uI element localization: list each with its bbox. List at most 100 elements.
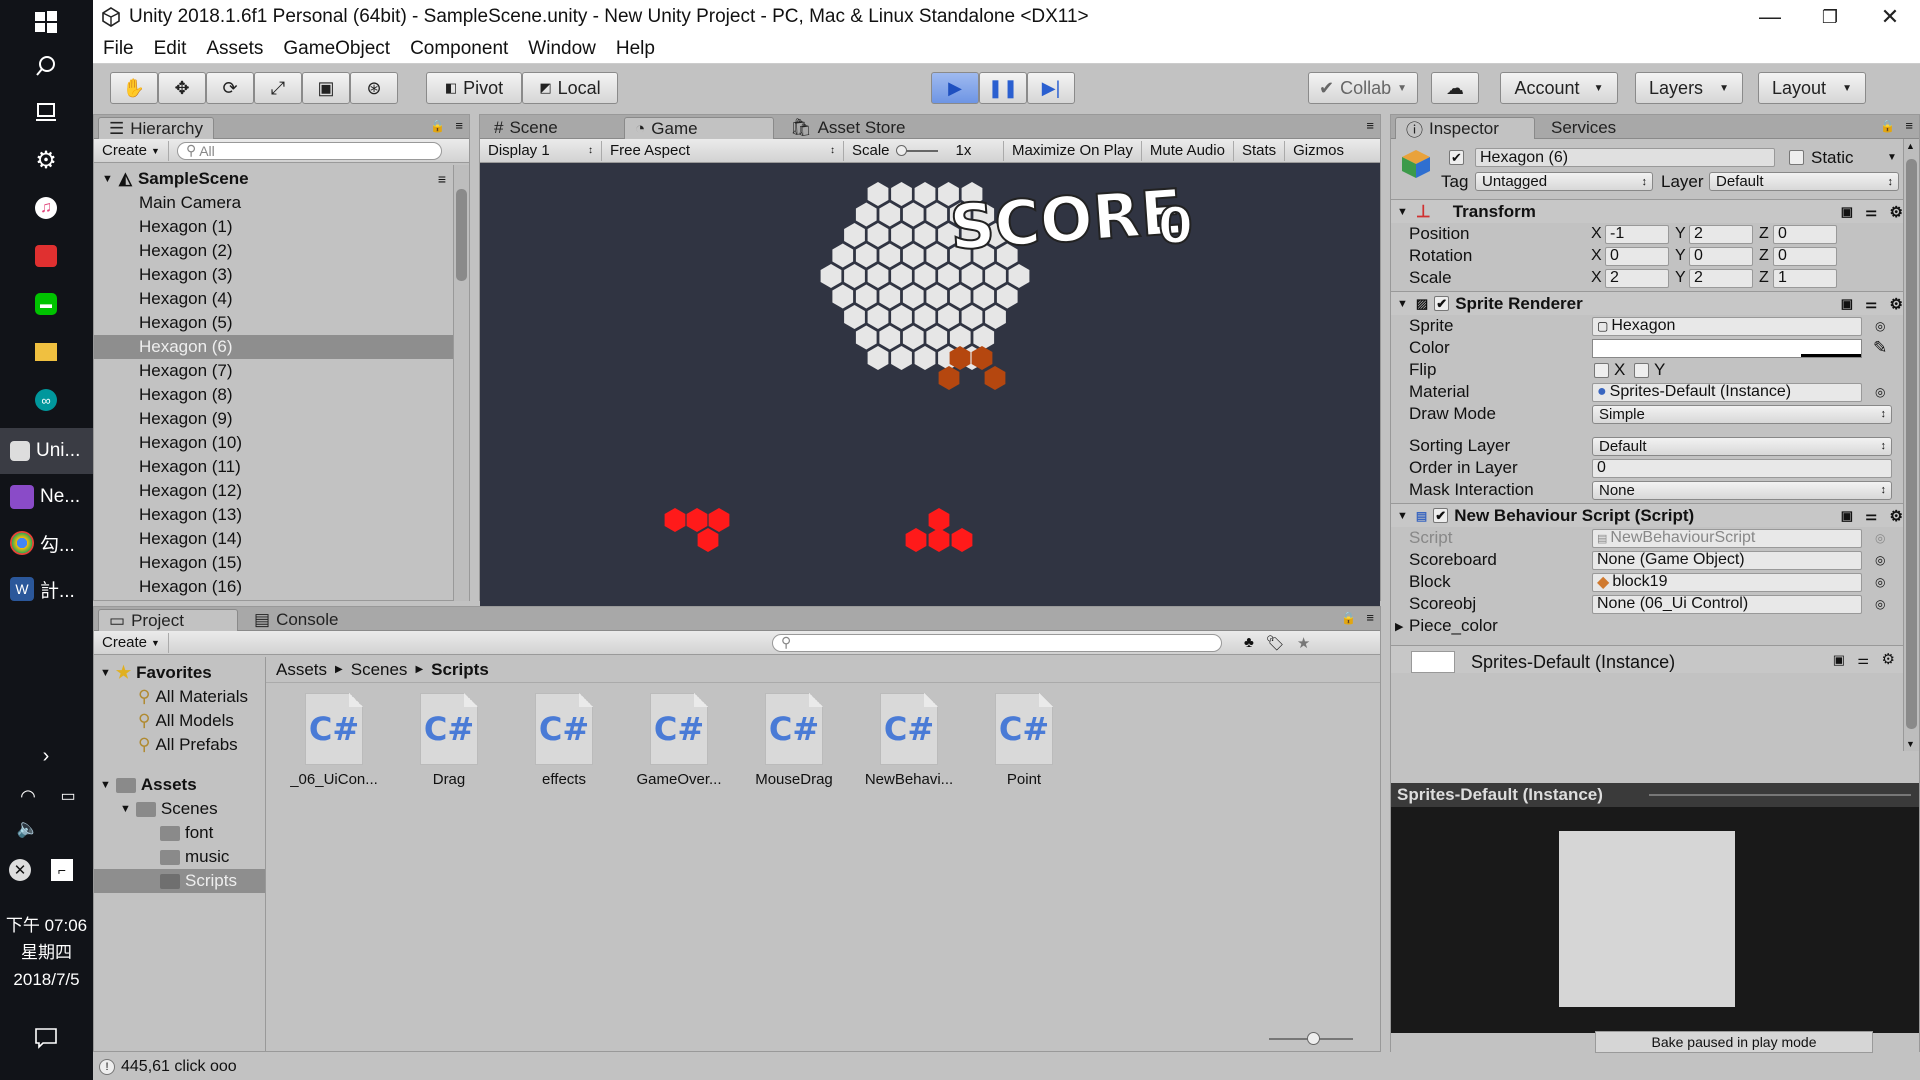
hand-tool-button[interactable]: ✋ bbox=[110, 72, 158, 104]
transform-header[interactable]: ▼ ⊥ Transform ▣ ⚌ ⚙ bbox=[1391, 199, 1903, 223]
pivot-toggle-button[interactable]: ◧ Pivot bbox=[426, 72, 522, 104]
draw-mode-dropdown[interactable]: Simple bbox=[1592, 404, 1892, 424]
scale-tool-button[interactable]: ⤢ bbox=[254, 72, 302, 104]
input-method-icon[interactable]: ⌐ bbox=[44, 852, 80, 888]
layer-dropdown[interactable]: Default bbox=[1709, 172, 1899, 191]
hierarchy-item[interactable]: Hexagon (13) bbox=[94, 503, 454, 527]
eyedropper-icon[interactable]: ✎ bbox=[1873, 338, 1887, 358]
volume-icon[interactable]: 🔈 bbox=[10, 810, 46, 846]
game-canvas[interactable]: SCORE 0 bbox=[480, 163, 1380, 607]
script-asset[interactable]: C# effects bbox=[514, 693, 614, 788]
step-button[interactable]: ▶| bbox=[1027, 72, 1075, 104]
hierarchy-search-input[interactable]: ⚲ All bbox=[176, 141, 442, 160]
axis-x-label[interactable]: X bbox=[1591, 225, 1602, 243]
mask-interaction-dropdown[interactable]: None bbox=[1592, 480, 1892, 500]
gizmos-dropdown[interactable]: Gizmos bbox=[1285, 141, 1352, 161]
hierarchy-item[interactable]: Hexagon (11) bbox=[94, 455, 454, 479]
hierarchy-scrollbar[interactable] bbox=[453, 165, 469, 601]
assets-node[interactable]: ▼ Assets bbox=[100, 775, 197, 795]
wifi-icon[interactable]: ◠ bbox=[10, 778, 46, 814]
object-picker-icon[interactable]: ◎ bbox=[1875, 553, 1885, 567]
transform-tool-button[interactable]: ⊛ bbox=[350, 72, 398, 104]
chevron-right-icon[interactable]: › bbox=[28, 738, 64, 774]
tab-game[interactable]: ◔ Game bbox=[624, 117, 774, 139]
component-gear-icon[interactable]: ⚙ bbox=[1882, 650, 1895, 668]
scale-x-field[interactable]: 2 bbox=[1605, 268, 1669, 288]
sorting-layer-dropdown[interactable]: Default bbox=[1592, 436, 1892, 456]
object-picker-icon[interactable]: ◎ bbox=[1875, 319, 1885, 333]
app-red-icon[interactable] bbox=[28, 238, 64, 274]
rotate-tool-button[interactable]: ⟳ bbox=[206, 72, 254, 104]
hierarchy-item[interactable]: Hexagon (3) bbox=[94, 263, 454, 287]
component-gear-icon[interactable]: ⚙ bbox=[1890, 203, 1903, 221]
notification-icon[interactable] bbox=[28, 1020, 64, 1056]
itunes-icon[interactable]: ♫ bbox=[28, 190, 64, 226]
panel-menu-icon[interactable]: ≡ bbox=[1366, 118, 1374, 133]
game-view[interactable]: SCORE 0 bbox=[480, 163, 1380, 607]
maximize-on-play-toggle[interactable]: Maximize On Play bbox=[1004, 140, 1142, 161]
line-icon[interactable]: ▬ bbox=[28, 286, 64, 322]
layers-dropdown[interactable]: Layers ▼ bbox=[1635, 72, 1743, 104]
hierarchy-create-button[interactable]: Create ▼ bbox=[94, 140, 169, 161]
piece-color-row[interactable]: ▶ Piece_color bbox=[1391, 615, 1903, 637]
position-y-field[interactable]: 2 bbox=[1689, 224, 1753, 244]
hierarchy-item[interactable]: Hexagon (9) bbox=[94, 407, 454, 431]
settings-gear-icon[interactable]: ⚙ bbox=[28, 142, 64, 178]
menu-assets[interactable]: Assets bbox=[206, 38, 263, 60]
script-asset[interactable]: C# MouseDrag bbox=[744, 693, 844, 788]
script-enabled-checkbox[interactable]: ✔ bbox=[1433, 508, 1449, 523]
favorite-all-models[interactable]: ⚲ All Models bbox=[138, 711, 234, 731]
folder-scripts[interactable]: Scripts bbox=[160, 871, 237, 891]
script-asset[interactable]: C# Drag bbox=[399, 693, 499, 788]
task-view-icon[interactable] bbox=[28, 93, 64, 129]
rect-tool-button[interactable]: ▣ bbox=[302, 72, 350, 104]
hierarchy-item[interactable]: Hexagon (10) bbox=[94, 431, 454, 455]
folder-font[interactable]: font bbox=[160, 823, 213, 843]
zoom-slider[interactable] bbox=[1269, 1032, 1353, 1045]
cloud-button[interactable]: ☁ bbox=[1431, 72, 1479, 104]
close-circle-icon[interactable]: ✕ bbox=[2, 852, 38, 888]
axis-y-label[interactable]: Y bbox=[1675, 247, 1686, 265]
system-clock[interactable]: 下午 07:06 星期四 2018/7/5 bbox=[0, 912, 93, 993]
scene-root[interactable]: ▼ ◭ SampleScene ≡ bbox=[94, 167, 454, 191]
hierarchy-item[interactable]: Hexagon (7) bbox=[94, 359, 454, 383]
hierarchy-item[interactable]: Hexagon (1) bbox=[94, 215, 454, 239]
account-dropdown[interactable]: Account ▼ bbox=[1500, 72, 1618, 104]
play-button[interactable]: ▶ bbox=[931, 72, 979, 104]
lock-icon[interactable]: 🔒 bbox=[430, 119, 445, 133]
folder-scenes[interactable]: ▼ Scenes bbox=[120, 799, 218, 819]
taskbar-app-word[interactable]: W 計... bbox=[0, 566, 93, 612]
preset-sliders-icon[interactable]: ⚌ bbox=[1865, 296, 1877, 312]
hierarchy-item[interactable]: Hexagon (16) bbox=[94, 575, 454, 599]
available-pieces[interactable] bbox=[664, 508, 973, 552]
favorite-all-materials[interactable]: ⚲ All Materials bbox=[138, 687, 248, 707]
help-book-icon[interactable]: ▣ bbox=[1833, 652, 1845, 668]
lock-icon[interactable]: 🔒 bbox=[1341, 611, 1356, 625]
breadcrumb-scenes[interactable]: Scenes bbox=[351, 660, 408, 680]
scale-y-field[interactable]: 2 bbox=[1689, 268, 1753, 288]
pause-button[interactable]: ❚❚ bbox=[979, 72, 1027, 104]
tab-hierarchy[interactable]: ☰ Hierarchy bbox=[98, 117, 214, 139]
rotation-z-field[interactable]: 0 bbox=[1773, 246, 1837, 266]
hierarchy-item[interactable]: Hexagon (6) bbox=[94, 335, 454, 359]
preset-sliders-icon[interactable]: ⚌ bbox=[1857, 652, 1869, 668]
hierarchy-item[interactable]: Hexagon (12) bbox=[94, 479, 454, 503]
sprite-field[interactable]: ▢ Hexagon bbox=[1592, 316, 1862, 336]
scale-z-field[interactable]: 1 bbox=[1773, 268, 1837, 288]
rotation-y-field[interactable]: 0 bbox=[1689, 246, 1753, 266]
taskbar-app-visual-studio[interactable]: Ne... bbox=[0, 474, 93, 520]
taskbar-app-chrome[interactable]: 勾... bbox=[0, 520, 93, 566]
axis-z-label[interactable]: Z bbox=[1759, 225, 1769, 243]
axis-x-label[interactable]: X bbox=[1591, 269, 1602, 287]
hierarchy-item[interactable]: Main Camera bbox=[94, 191, 454, 215]
status-bar[interactable]: ! 445,61 click ooo bbox=[93, 1054, 1381, 1080]
rotation-x-field[interactable]: 0 bbox=[1605, 246, 1669, 266]
flip-y-checkbox[interactable] bbox=[1634, 362, 1649, 378]
hierarchy-item[interactable]: Hexagon (5) bbox=[94, 311, 454, 335]
zoom-slider-knob[interactable] bbox=[1307, 1032, 1320, 1045]
tab-asset-store[interactable]: 🛍 Asset Store bbox=[780, 117, 915, 139]
taskbar-app-unity[interactable]: Uni... bbox=[0, 428, 93, 474]
active-checkbox[interactable]: ✔ bbox=[1449, 150, 1464, 165]
position-x-field[interactable]: -1 bbox=[1605, 224, 1669, 244]
move-tool-button[interactable]: ✥ bbox=[158, 72, 206, 104]
